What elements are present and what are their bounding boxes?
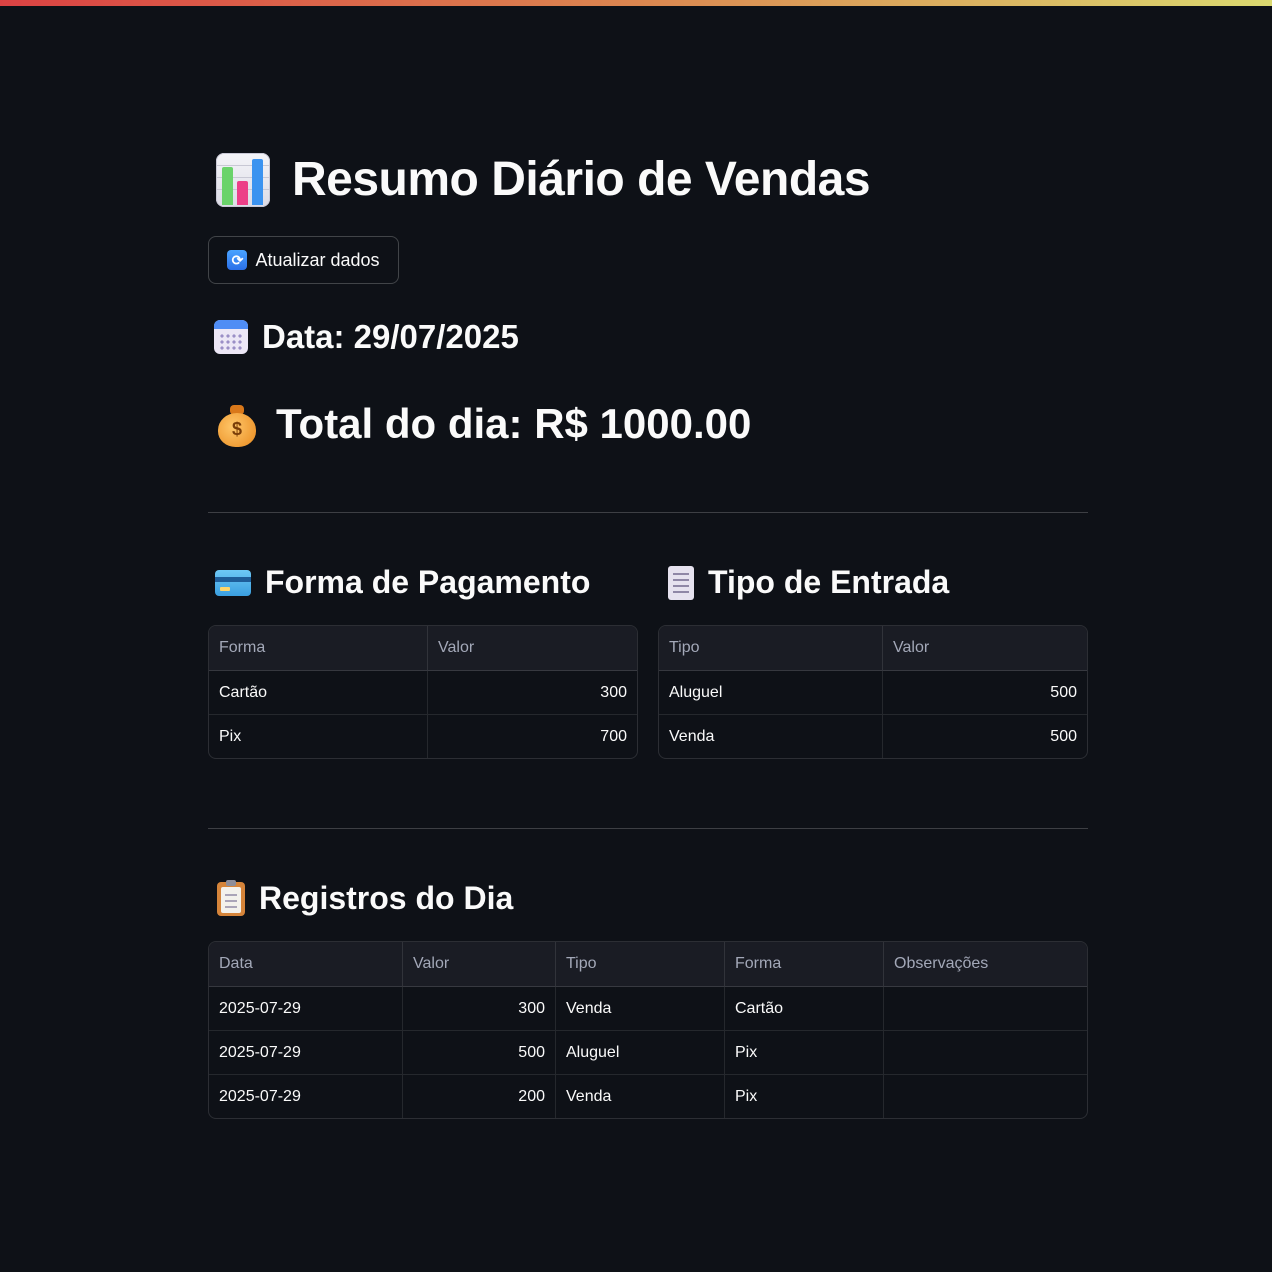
column-header[interactable]: Forma <box>724 942 883 987</box>
table-cell[interactable] <box>883 1075 1087 1118</box>
refresh-icon: ⟳ <box>227 250 248 270</box>
table-cell[interactable] <box>883 1031 1087 1075</box>
receipt-icon <box>668 565 694 600</box>
top-decoration-bar <box>0 0 1272 6</box>
table-row: 2025-07-29 500 Aluguel Pix <box>209 1031 1087 1075</box>
table-cell[interactable]: 200 <box>402 1075 555 1118</box>
table-row: Pix 700 <box>209 715 637 758</box>
table-cell[interactable]: 500 <box>882 715 1087 758</box>
table-cell[interactable]: Pix <box>724 1075 883 1118</box>
divider <box>208 828 1088 829</box>
table-header-row: Data Valor Tipo Forma Observações <box>209 942 1087 987</box>
entry-type-table[interactable]: Tipo Valor Aluguel 500 Venda 500 <box>658 625 1088 759</box>
entry-type-heading-text: Tipo de Entrada <box>708 564 950 600</box>
bar-chart-icon <box>216 152 270 207</box>
column-header[interactable]: Forma <box>209 626 427 671</box>
total-heading: $ Total do dia: R$ 1000.00 <box>216 400 751 448</box>
date-heading: Data: 29/07/2025 <box>214 318 519 356</box>
table-row: 2025-07-29 300 Venda Cartão <box>209 987 1087 1031</box>
column-header[interactable]: Tipo <box>659 626 882 671</box>
records-table[interactable]: Data Valor Tipo Forma Observações 2025-0… <box>208 941 1088 1119</box>
page-title: Resumo Diário de Vendas <box>216 152 871 207</box>
table-cell[interactable]: Pix <box>209 715 427 758</box>
credit-card-icon <box>215 569 251 596</box>
divider <box>208 512 1088 513</box>
column-header[interactable]: Valor <box>427 626 637 671</box>
records-heading: Registros do Dia <box>217 879 514 917</box>
total-heading-text: Total do dia: R$ 1000.00 <box>276 400 752 447</box>
table-cell[interactable]: 300 <box>427 671 637 715</box>
table-cell[interactable]: 500 <box>882 671 1087 715</box>
column-header[interactable]: Valor <box>882 626 1087 671</box>
records-heading-text: Registros do Dia <box>259 880 514 916</box>
refresh-data-button[interactable]: ⟳ Atualizar dados <box>208 236 399 284</box>
column-header[interactable]: Valor <box>402 942 555 987</box>
column-header[interactable]: Tipo <box>555 942 724 987</box>
page-title-text: Resumo Diário de Vendas <box>292 153 871 206</box>
table-cell[interactable] <box>883 987 1087 1031</box>
table-cell[interactable]: Cartão <box>209 671 427 715</box>
table-row: Cartão 300 <box>209 671 637 715</box>
column-header[interactable]: Data <box>209 942 402 987</box>
payment-table[interactable]: Forma Valor Cartão 300 Pix 700 <box>208 625 638 759</box>
table-header-row: Forma Valor <box>209 626 637 671</box>
payment-heading-text: Forma de Pagamento <box>265 564 591 600</box>
table-cell[interactable]: Venda <box>555 987 724 1031</box>
table-cell[interactable]: Venda <box>659 715 882 758</box>
table-cell[interactable]: Aluguel <box>555 1031 724 1075</box>
money-bag-icon: $ <box>216 401 258 447</box>
table-cell[interactable]: 2025-07-29 <box>209 987 402 1031</box>
table-row: Aluguel 500 <box>659 671 1087 715</box>
table-cell[interactable]: 2025-07-29 <box>209 1075 402 1118</box>
table-row: 2025-07-29 200 Venda Pix <box>209 1075 1087 1118</box>
table-cell[interactable]: Venda <box>555 1075 724 1118</box>
table-cell[interactable]: Aluguel <box>659 671 882 715</box>
table-cell[interactable]: Cartão <box>724 987 883 1031</box>
refresh-button-label: Atualizar dados <box>255 249 380 270</box>
table-cell[interactable]: 300 <box>402 987 555 1031</box>
date-heading-text: Data: 29/07/2025 <box>262 318 519 355</box>
calendar-icon <box>214 320 248 354</box>
payment-heading: Forma de Pagamento <box>215 564 590 601</box>
entry-type-heading: Tipo de Entrada <box>668 564 949 601</box>
column-header[interactable]: Observações <box>883 942 1087 987</box>
table-cell[interactable]: Pix <box>724 1031 883 1075</box>
table-cell[interactable]: 500 <box>402 1031 555 1075</box>
table-cell[interactable]: 700 <box>427 715 637 758</box>
table-cell[interactable]: 2025-07-29 <box>209 1031 402 1075</box>
table-row: Venda 500 <box>659 715 1087 758</box>
table-header-row: Tipo Valor <box>659 626 1087 671</box>
clipboard-icon <box>217 879 245 916</box>
